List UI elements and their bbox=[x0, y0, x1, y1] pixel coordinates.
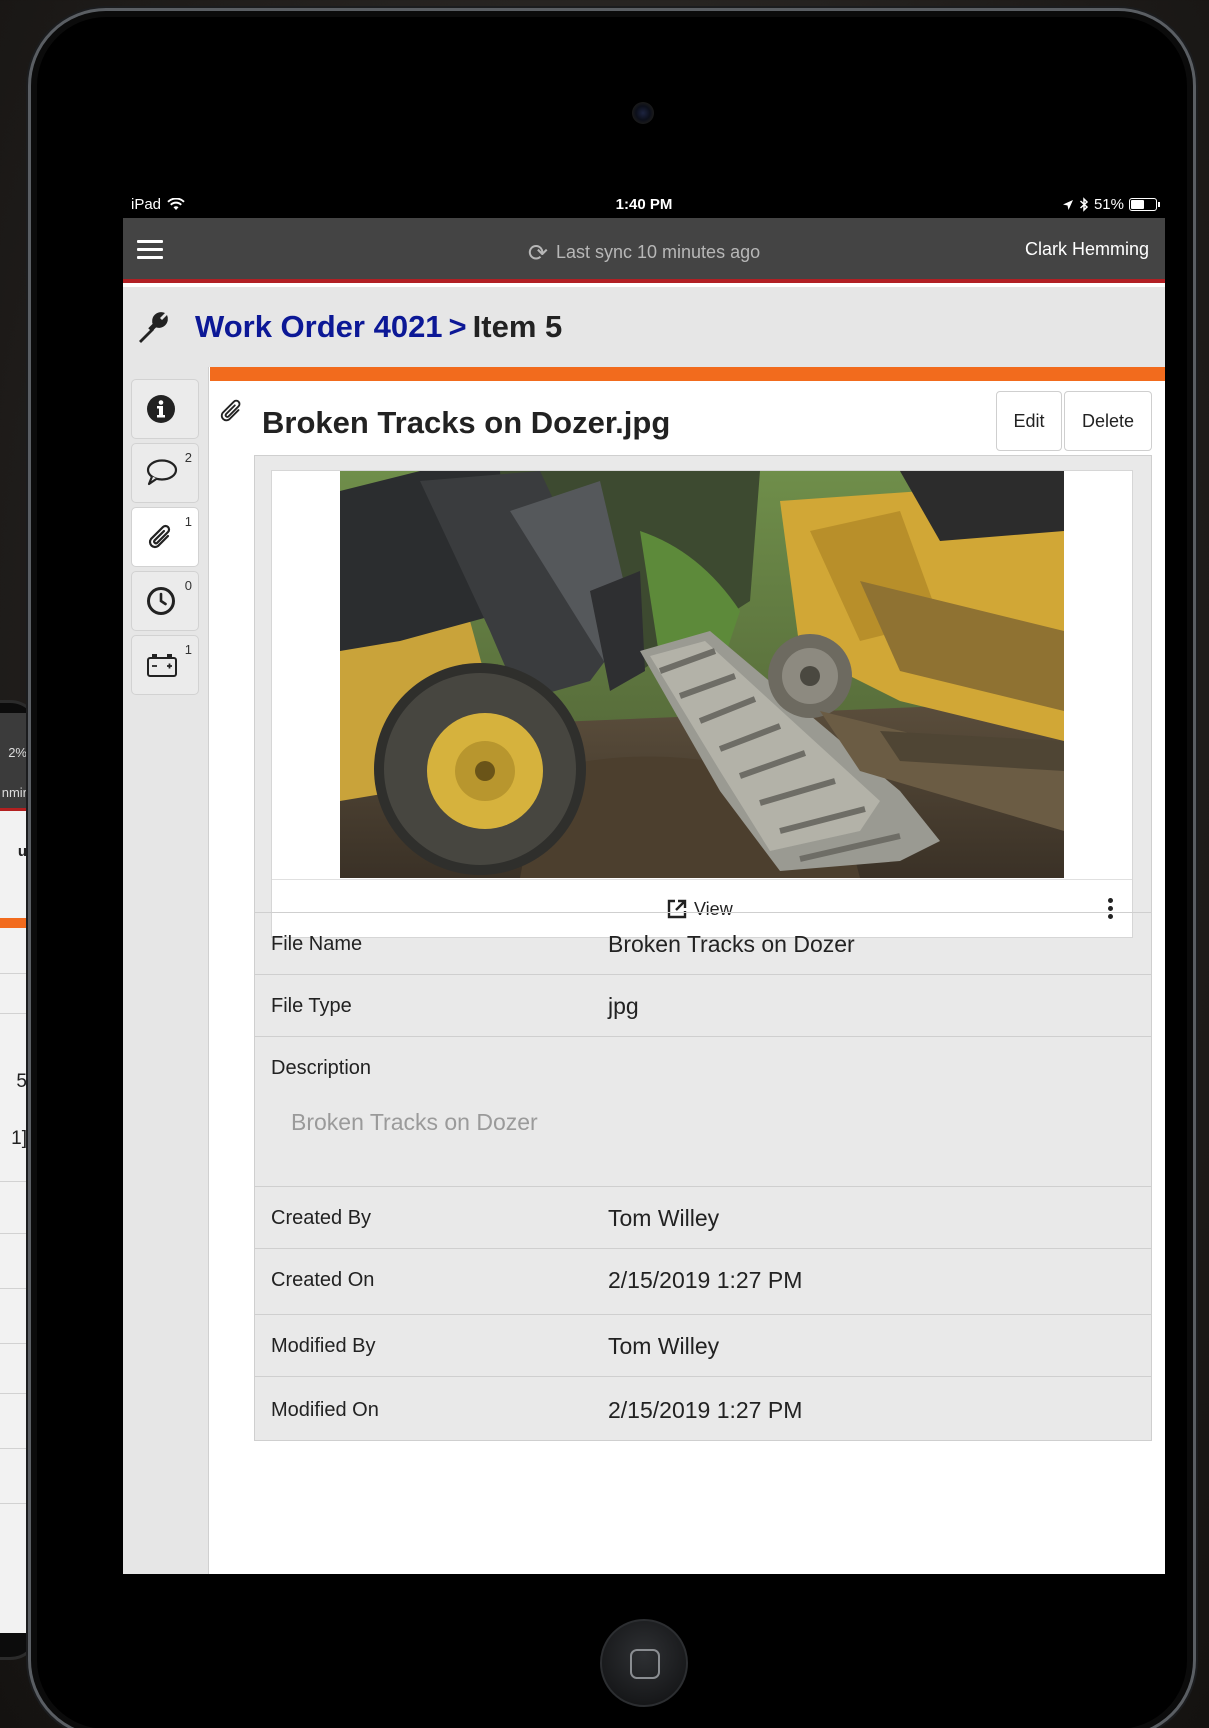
sidebar-item-info[interactable] bbox=[131, 379, 199, 439]
field-row-description: Description Broken Tracks on Dozer bbox=[255, 1036, 1151, 1186]
dozer-photo bbox=[340, 471, 1064, 878]
battery-icon bbox=[1129, 198, 1160, 211]
time-count: 0 bbox=[184, 578, 192, 593]
field-row-modified-on: Modified On 2/15/2019 1:27 PM bbox=[255, 1376, 1151, 1442]
field-value: 2/15/2019 1:27 PM bbox=[608, 1397, 803, 1423]
field-value: jpg bbox=[608, 993, 639, 1019]
field-row-created-on: Created On 2/15/2019 1:27 PM bbox=[255, 1248, 1151, 1314]
background-device-line bbox=[0, 1448, 31, 1449]
comments-count: 2 bbox=[184, 450, 192, 465]
background-device-battery: 2% bbox=[8, 745, 27, 760]
background-device-value: 1] bbox=[11, 1128, 27, 1149]
background-device-line bbox=[0, 1233, 31, 1234]
background-device-line bbox=[0, 1288, 31, 1289]
field-value: Broken Tracks on Dozer bbox=[608, 931, 855, 957]
attachment-detail: Broken Tracks on Dozer.jpg Edit Delete V… bbox=[210, 367, 1165, 1574]
user-name[interactable]: Clark Hemming bbox=[1025, 239, 1149, 260]
comment-icon bbox=[146, 459, 178, 486]
app-bar: ⟳ Last sync 10 minutes ago Clark Hemming bbox=[123, 218, 1165, 283]
sidebar-item-parts[interactable]: 1 bbox=[131, 635, 199, 695]
field-value: Tom Willey bbox=[608, 1333, 720, 1359]
background-device-line bbox=[0, 1503, 31, 1504]
page-title: Work Order 4021 > Item 5 bbox=[195, 309, 562, 345]
sidebar: 2 1 0 1 bbox=[123, 367, 209, 1574]
ipad-frame: iPad 1:40 PM 51% ⟳ Last sync 10 minutes a… bbox=[28, 8, 1196, 1728]
sync-icon: ⟳ bbox=[527, 240, 548, 267]
front-camera bbox=[632, 102, 654, 124]
sidebar-item-attachments[interactable]: 1 bbox=[131, 507, 199, 567]
background-device-dropdown: u bbox=[17, 843, 27, 860]
paperclip-icon bbox=[220, 399, 241, 422]
parts-count: 1 bbox=[184, 642, 192, 657]
field-label: File Name bbox=[271, 933, 363, 955]
background-device-line bbox=[0, 1393, 31, 1394]
info-icon bbox=[147, 395, 175, 423]
breadcrumb: Work Order 4021 > Item 5 bbox=[123, 287, 1165, 367]
attachment-header: Broken Tracks on Dozer.jpg Edit Delete bbox=[210, 381, 1165, 453]
field-label: Modified By bbox=[271, 1335, 376, 1357]
background-device-screen: 2% nmir u 5 1] bbox=[0, 713, 31, 1633]
field-value: Tom Willey bbox=[608, 1205, 720, 1231]
delete-button[interactable]: Delete bbox=[1064, 391, 1152, 451]
field-label: File Type bbox=[271, 995, 352, 1017]
field-label: Created By bbox=[271, 1207, 372, 1229]
image-card: View bbox=[271, 470, 1133, 938]
background-device-header: 2% nmir bbox=[0, 713, 31, 808]
sidebar-item-comments[interactable]: 2 bbox=[131, 443, 199, 503]
location-icon bbox=[1062, 199, 1073, 210]
status-time: 1:40 PM bbox=[615, 196, 673, 213]
background-device-divider bbox=[0, 808, 31, 811]
attachments-count: 1 bbox=[184, 514, 192, 529]
accent-bar bbox=[210, 367, 1165, 381]
field-value: 2/15/2019 1:27 PM bbox=[608, 1267, 803, 1293]
field-row-created-by: Created By Tom Willey bbox=[255, 1186, 1151, 1248]
description-text: Broken Tracks on Dozer bbox=[291, 1109, 538, 1135]
clock-icon bbox=[147, 587, 175, 615]
attachment-photo[interactable] bbox=[340, 471, 1064, 878]
field-label: Description bbox=[271, 1057, 372, 1079]
breadcrumb-separator: > bbox=[448, 309, 467, 344]
sidebar-item-time[interactable]: 0 bbox=[131, 571, 199, 631]
breadcrumb-current: Item 5 bbox=[472, 309, 563, 344]
battery-percent: 51% bbox=[1093, 196, 1124, 213]
battery-icon bbox=[147, 654, 177, 677]
bluetooth-icon bbox=[1079, 197, 1089, 212]
status-right: 51% bbox=[1062, 196, 1160, 213]
background-device-line bbox=[0, 1181, 31, 1182]
screen: iPad 1:40 PM 51% ⟳ Last sync 10 minutes a… bbox=[123, 192, 1165, 1574]
background-device-value: 5 bbox=[16, 1071, 27, 1092]
wrench-icon bbox=[139, 312, 168, 343]
background-device-username: nmir bbox=[1, 785, 27, 800]
background-device-orange-bar bbox=[0, 918, 31, 928]
attachment-panel: View File Name Broken Tracks on Dozer Fi… bbox=[254, 455, 1152, 1441]
field-label: Modified On bbox=[271, 1399, 379, 1421]
home-square-icon bbox=[630, 1649, 660, 1679]
field-row-modified-by: Modified By Tom Willey bbox=[255, 1314, 1151, 1376]
background-device-line bbox=[0, 1013, 31, 1014]
edit-button[interactable]: Edit bbox=[996, 391, 1062, 451]
attachment-title: Broken Tracks on Dozer.jpg bbox=[262, 405, 671, 440]
background-device-line bbox=[0, 973, 31, 974]
breadcrumb-work-order-link[interactable]: Work Order 4021 bbox=[195, 309, 443, 344]
field-row-file-name: File Name Broken Tracks on Dozer bbox=[255, 912, 1151, 974]
background-device-line bbox=[0, 1343, 31, 1344]
paperclip-icon bbox=[148, 524, 171, 549]
field-label: Created On bbox=[271, 1269, 375, 1291]
battery-fill bbox=[1131, 200, 1145, 209]
sync-status[interactable]: ⟳ Last sync 10 minutes ago bbox=[123, 239, 1165, 268]
sync-text: Last sync 10 minutes ago bbox=[555, 242, 761, 262]
home-button[interactable] bbox=[600, 1619, 688, 1707]
field-row-file-type: File Type jpg bbox=[255, 974, 1151, 1036]
status-bar: iPad 1:40 PM 51% bbox=[123, 192, 1165, 218]
